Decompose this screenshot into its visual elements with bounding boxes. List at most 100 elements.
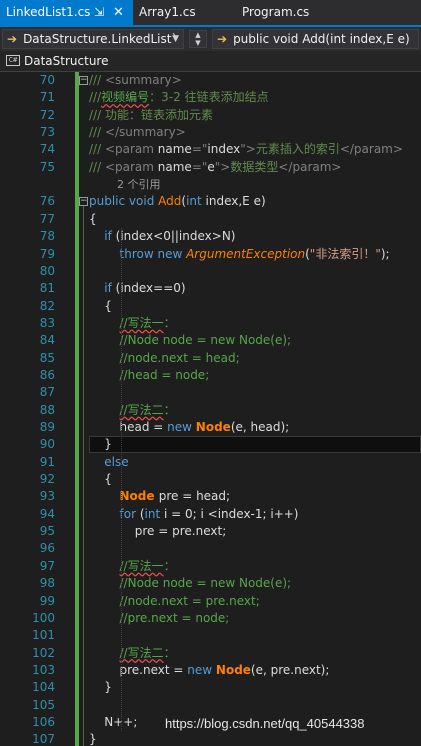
- code-line: 82 {: [0, 298, 421, 315]
- fold-guide-line: [83, 206, 84, 746]
- code-line: 74 /// <param name="index">元素插入的索引</param…: [0, 141, 421, 158]
- code-token: 元素插入的索引: [255, 142, 340, 157]
- code-text: /// </summary>: [89, 124, 186, 141]
- code-token: void: [128, 194, 159, 209]
- line-number: 99: [39, 593, 55, 608]
- code-line: 100 //pre.next = node;: [0, 610, 421, 627]
- code-token: </param>: [339, 142, 403, 157]
- code-line: 75 /// <param name="e">数据类型</param>: [0, 159, 421, 176]
- code-token: (index<0||index>N): [115, 229, 236, 244]
- member-dropdown[interactable]: ➔ public void Add(int index,E e): [212, 29, 419, 49]
- line-number: 81: [39, 281, 55, 296]
- code-token: for: [119, 506, 140, 521]
- code-line: 78 if (index<0||index>N): [0, 228, 421, 245]
- arrow-icon: ➔: [217, 32, 228, 46]
- code-token: <summary>: [104, 73, 182, 87]
- code-text: /// <param name="e">数据类型</param>: [89, 159, 341, 176]
- arrow-icon: ➔: [7, 32, 18, 46]
- line-number: 70: [39, 73, 55, 87]
- line-number: 75: [39, 159, 55, 174]
- code-token: new: [187, 662, 216, 677]
- line-number: 107: [32, 732, 55, 746]
- code-token: ：3-2 往链表添加结点: [149, 90, 269, 105]
- code-token: pre.next =: [89, 662, 188, 677]
- code-text: {: [89, 471, 112, 488]
- line-number: 93: [39, 489, 55, 504]
- code-text: /// 功能：链表添加元素: [89, 107, 213, 124]
- split-updown-button[interactable]: ▲ ▼: [189, 30, 207, 48]
- navigation-bar: ➔ DataStructure.LinkedList` ▼ ▲ ▼ ➔ public …: [0, 27, 421, 51]
- code-line: 84 //Node node = new Node(e);: [0, 332, 421, 349]
- code-text: public void Add(int index,E e): [89, 193, 266, 210]
- code-token: (e, head);: [230, 420, 290, 434]
- code-token: ArgumentException: [186, 246, 306, 261]
- line-number: 97: [39, 558, 55, 573]
- code-text: }: [89, 679, 112, 696]
- line-number: 98: [39, 576, 55, 591]
- line-number: 84: [39, 333, 55, 348]
- code-token: ：: [163, 558, 176, 573]
- code-token: int: [144, 506, 164, 521]
- code-line: 71 ///视频编号：3-2 往链表添加结点: [0, 89, 421, 106]
- code-line: 96: [0, 540, 421, 557]
- line-number: 78: [39, 229, 55, 244]
- code-text: N++;: [89, 714, 137, 731]
- code-token: new: [157, 246, 187, 261]
- code-line: 2 个引用: [0, 176, 421, 193]
- code-line: 97 //写法一：: [0, 558, 421, 575]
- code-token: //node.next = pre.next;: [119, 593, 260, 608]
- code-line: 89 head = new Node(e, head);: [0, 419, 421, 436]
- code-token: ///: [89, 125, 105, 140]
- pin-icon[interactable]: ⇲: [94, 0, 104, 25]
- tab-array1[interactable]: Array1.cs: [133, 0, 233, 25]
- code-line: 103 pre.next = new Node(e, pre.next);: [0, 662, 421, 679]
- close-icon[interactable]: ✕: [113, 0, 124, 25]
- type-dropdown[interactable]: ➔ DataStructure.LinkedList` ▼: [2, 29, 184, 49]
- collapse-icon[interactable]: −: [79, 197, 88, 207]
- line-number: 90: [39, 437, 55, 452]
- tab-label: Array1.cs: [139, 5, 196, 19]
- code-line: 80: [0, 263, 421, 280]
- namespace-bar[interactable]: C# DataStructure: [0, 51, 421, 72]
- type-dropdown-label: DataStructure.LinkedList`: [23, 32, 178, 46]
- code-text: //写法二：: [89, 402, 176, 419]
- code-token: }: [89, 680, 112, 695]
- code-token: =": [191, 159, 208, 174]
- code-token: if: [104, 281, 116, 296]
- line-number: 89: [39, 420, 55, 434]
- code-token: Node: [215, 662, 251, 677]
- line-number: 88: [39, 402, 55, 417]
- code-line: 81 if (index==0): [0, 280, 421, 297]
- code-token: throw: [119, 246, 158, 261]
- code-line: 88 //写法二：: [0, 402, 421, 419]
- code-token: </summary>: [104, 125, 186, 140]
- code-editor[interactable]: 70 /// <summary> − 71///视频编号：3-2 往链表添加结点 72/…: [0, 72, 421, 746]
- line-number: 91: [39, 454, 55, 469]
- code-token: i = 0; i <index-1; i++): [164, 506, 299, 521]
- tab-linkedlist1[interactable]: LinkedList1.cs ⇲ ✕: [0, 0, 133, 25]
- code-token: N++;: [89, 714, 138, 729]
- line-number: 106: [32, 714, 55, 729]
- code-token: pre = pre.next;: [89, 524, 227, 539]
- code-text: //Node node = new Node(e);: [89, 332, 292, 349]
- code-line: 102 //写法二：: [0, 645, 421, 662]
- line-number: 100: [32, 610, 55, 625]
- code-text: //node.next = pre.next;: [89, 593, 260, 610]
- line-number: 92: [39, 472, 55, 487]
- code-text: Node pre = head;: [89, 488, 231, 505]
- collapse-icon[interactable]: −: [79, 76, 88, 85]
- codelens-references[interactable]: 2 个引用: [117, 176, 161, 193]
- code-text: }: [89, 436, 112, 453]
- code-token: {: [89, 472, 112, 487]
- code-token: //写法一: [119, 558, 164, 573]
- code-text: if (index==0): [89, 280, 185, 297]
- code-token: ">: [214, 159, 231, 174]
- code-line: 105: [0, 697, 421, 714]
- code-line: 72 /// 功能：链表添加元素: [0, 107, 421, 124]
- code-token: ：: [163, 645, 176, 660]
- tab-program[interactable]: Program.cs: [236, 0, 356, 25]
